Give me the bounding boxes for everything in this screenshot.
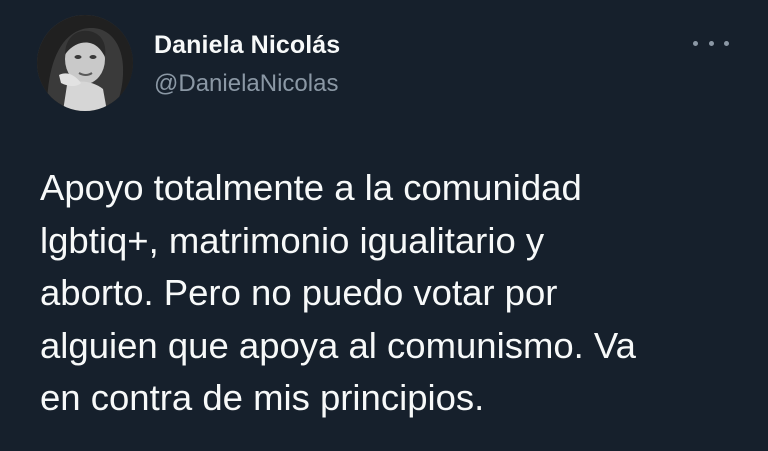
author-handle[interactable]: @DanielaNicolas	[154, 70, 338, 98]
tweet-text-line: en contra de mis principios.	[40, 377, 485, 418]
tweet-text-line: aborto. Pero no puedo votar por	[40, 272, 558, 313]
avatar-photo	[37, 15, 133, 111]
tweet-card[interactable]: Daniela Nicolás @DanielaNicolas Apoyo to…	[0, 0, 768, 451]
tweet-text-line: alguien que apoya al comunismo. Va	[40, 324, 636, 366]
tweet-text-line: Apoyo totalmente a la comunidad	[40, 167, 582, 208]
more-dot	[724, 40, 729, 46]
tweet-text-line: lgbtiq+, matrimonio igualitario y	[40, 219, 545, 261]
author-display-name[interactable]: Daniela Nicolás	[154, 31, 340, 60]
more-dot	[693, 40, 698, 46]
avatar[interactable]	[37, 15, 133, 111]
more-dot	[708, 40, 714, 46]
tweet-text: Apoyo totalmente a la comunidad lgbtiq+,…	[40, 162, 740, 425]
more-options-icon[interactable]	[693, 36, 729, 50]
